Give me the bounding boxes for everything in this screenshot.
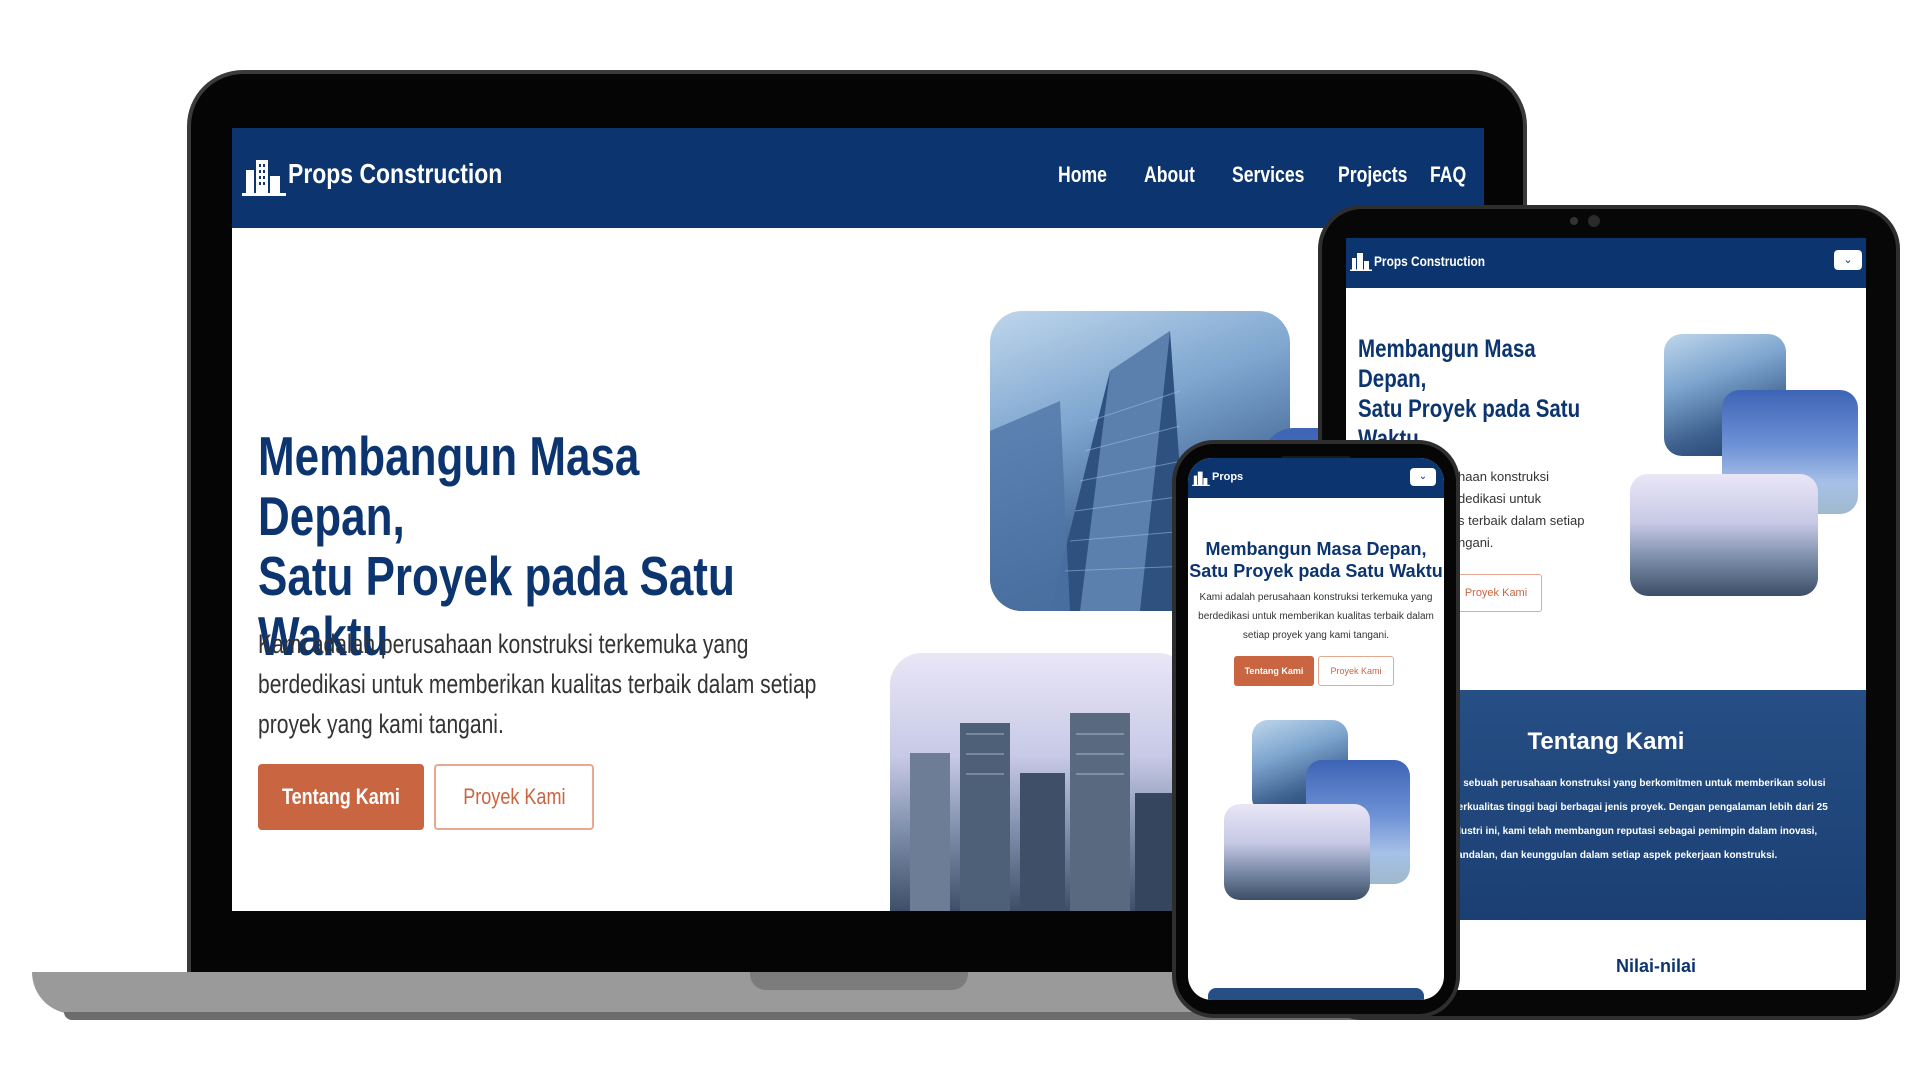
city-illustration [910, 713, 1190, 911]
chevron-down-icon: ⌄ [1843, 253, 1853, 266]
tablet-desc-line: haan konstruksi [1458, 469, 1550, 484]
hero-title-line: Satu Proyek pada Satu [258, 545, 735, 607]
tablet-navbar: Props Construction ⌄ [1346, 238, 1866, 288]
phone-projects-button[interactable]: Proyek Kami [1318, 656, 1394, 686]
navbar: Props Construction Home About Services P… [232, 128, 1484, 228]
nav-home[interactable]: Home [1058, 162, 1107, 188]
tablet-camera [1588, 215, 1600, 227]
projects-button[interactable]: Proyek Kami [434, 764, 594, 830]
tablet-menu-button[interactable]: ⌄ [1834, 250, 1862, 270]
tablet-hero-title: Membangun Masa Depan, Satu Proyek pada S… [1358, 334, 1604, 454]
phone-screen: Props ⌄ Membangun Masa Depan, Satu Proye… [1188, 458, 1444, 1000]
building-icon [242, 160, 286, 196]
phone-section-edge [1208, 988, 1424, 1000]
tablet-brand[interactable]: Props Construction [1374, 253, 1485, 269]
tablet-desc-line: s terbaik dalam setiap [1458, 513, 1585, 528]
nav-about[interactable]: About [1144, 162, 1195, 188]
projects-button-label: Proyek Kami [462, 784, 566, 809]
nav-services[interactable]: Services [1232, 162, 1304, 188]
nav-projects[interactable]: Projects [1338, 162, 1407, 188]
city-image [890, 653, 1190, 911]
tablet-desc-line: ngani. [1458, 535, 1494, 550]
tablet-about-line: i berkualitas tinggi bagi berbagai jenis… [1446, 802, 1828, 813]
tablet-title-line: Depan, [1358, 365, 1427, 393]
phone-navbar: Props ⌄ [1188, 458, 1444, 498]
brand-name[interactable]: Props Construction [288, 158, 502, 190]
phone-city-image [1224, 804, 1370, 900]
phone-hero-desc: Kami adalah perusahaan konstruksi terkem… [1198, 592, 1434, 641]
building-icon [1192, 471, 1210, 486]
tablet-desc-line: dedikasi untuk [1458, 491, 1542, 506]
phone-hero-title: Membangun Masa Depan, Satu Proyek pada S… [1188, 538, 1444, 582]
tablet-projects-button[interactable]: Proyek Kami [1450, 574, 1542, 612]
building-icon [1350, 253, 1372, 271]
phone-title-line: Satu Proyek pada Satu Waktu [1189, 561, 1443, 581]
tablet-title-line: Membangun Masa [1358, 335, 1536, 363]
about-button[interactable]: Tentang Kami [258, 764, 424, 830]
tablet-about-text: lah sebuah perusahaan konstruksi yang be… [1446, 772, 1866, 868]
tablet-about-line: industri ini, kami telah membangun reput… [1446, 826, 1818, 837]
nav-faq[interactable]: FAQ [1430, 162, 1466, 188]
tablet-title-line: Satu Proyek pada Satu [1358, 395, 1581, 423]
tablet-about-line: keandalan, dan keunggulan dalam setiap a… [1446, 850, 1778, 861]
phone-menu-button[interactable]: ⌄ [1410, 468, 1436, 486]
tablet-hero-desc: haan konstruksi dedikasi untuk s terbaik… [1458, 466, 1584, 554]
phone-title-line: Membangun Masa Depan, [1205, 539, 1427, 559]
chevron-down-icon: ⌄ [1418, 471, 1428, 482]
hero-description: Kami adalah perusahaan konstruksi terkem… [258, 629, 817, 739]
phone-about-button[interactable]: Tentang Kami [1234, 656, 1314, 686]
tablet-city-image [1630, 474, 1818, 596]
tablet-camera-dot [1570, 217, 1578, 225]
tablet-values-title: Nilai-nilai [1616, 956, 1697, 976]
hero-title-line: Membangun Masa Depan, [258, 425, 640, 547]
about-button-label: Tentang Kami [282, 784, 400, 809]
phone-brand[interactable]: Props [1212, 471, 1243, 483]
tablet-about-line: lah sebuah perusahaan konstruksi yang be… [1446, 778, 1826, 789]
laptop-notch [750, 972, 968, 990]
